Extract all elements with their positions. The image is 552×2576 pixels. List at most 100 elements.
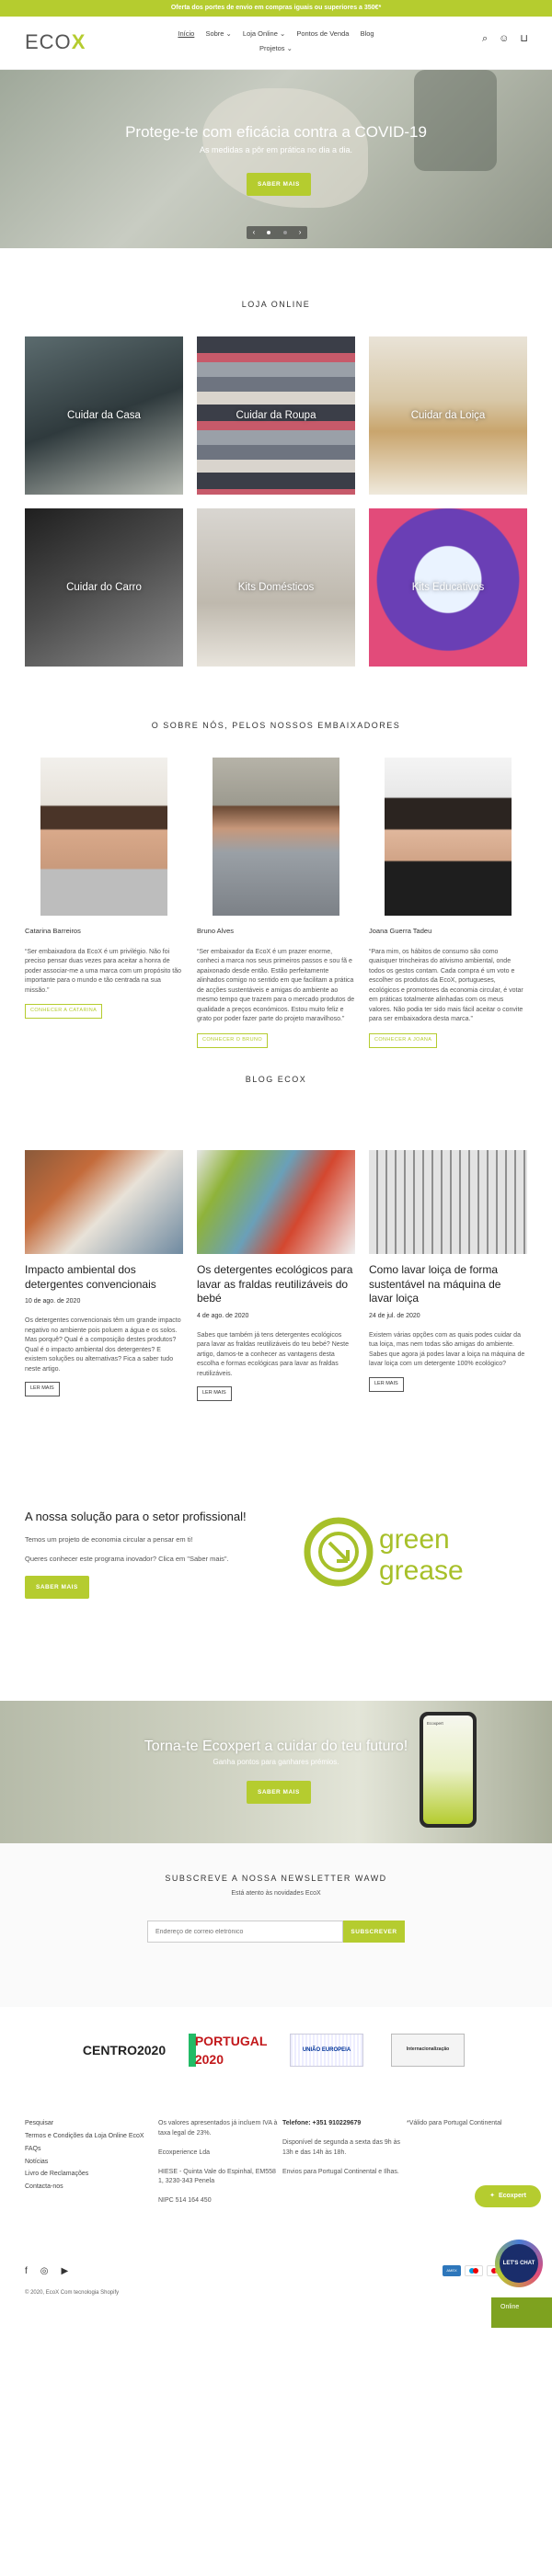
footer-link[interactable]: Contacta-nos — [25, 2183, 158, 2193]
footer-link[interactable]: Notícias — [25, 2158, 158, 2168]
newsletter-form: SUBSCREVER — [147, 1921, 405, 1943]
chat-widget[interactable]: LET'S CHAT — [495, 2240, 543, 2287]
newsletter-title: SUBSCREVE A NOSSA NEWSLETTER WAWD — [165, 1874, 387, 1883]
hero-slideshow: Protege-te com eficácia contra a COVID-1… — [0, 70, 552, 248]
star-icon: ✦ — [489, 2192, 495, 2199]
nav-item-blog[interactable]: Blog — [361, 29, 374, 40]
footer-text: Ecoxperience Lda — [158, 2149, 211, 2156]
category-tile[interactable]: Cuidar do Carro — [25, 508, 183, 667]
header-icons: ⌕ ☺ ⊔ — [482, 32, 528, 47]
partner-logo: UNIÃO EUROPEIA — [290, 2034, 363, 2067]
facebook-icon[interactable]: f — [25, 2265, 28, 2279]
read-more-button[interactable]: LER MAIS — [25, 1382, 60, 1397]
footer-text: NIPC 514 164 450 — [158, 2197, 212, 2205]
logo[interactable]: ECOX — [25, 28, 86, 57]
category-tile[interactable]: Cuidar da Casa — [25, 336, 183, 495]
blog-excerpt: Sabes que também já tens detergentes eco… — [197, 1331, 349, 1377]
category-tile[interactable]: Cuidar da Loiça — [369, 336, 527, 495]
footer-phone[interactable]: Telefone: +351 910229679 — [282, 2119, 407, 2129]
social-links: f ◎ ▶ — [25, 2265, 68, 2279]
blog-title[interactable]: Impacto ambiental dos detergentes conven… — [25, 1263, 183, 1292]
ambassador-photo — [385, 758, 512, 916]
footer-link[interactable]: Pesquisar — [25, 2119, 158, 2129]
footer-text: Disponível de segunda a sexta das 9h às … — [282, 2138, 401, 2156]
blog-image[interactable] — [369, 1150, 527, 1254]
shop-section-title: LOJA ONLINE — [241, 300, 311, 309]
user-icon[interactable]: ☺ — [499, 32, 509, 47]
slider-dot[interactable] — [282, 231, 287, 234]
phone-mockup: Ecoxpert — [420, 1712, 477, 1828]
nav-item-sobre[interactable]: Sobre ⌄ — [205, 29, 231, 40]
blog-date: 24 de jul. de 2020 — [369, 1312, 420, 1319]
ecoxpert-button[interactable]: SABER MAIS — [247, 1781, 311, 1805]
footer-link[interactable]: FAQs — [25, 2145, 158, 2155]
partner-logo: PORTUGAL 2020 — [189, 2034, 267, 2067]
blog-post: Impacto ambiental dos detergentes conven… — [25, 1150, 183, 1401]
category-tile[interactable]: Kits Educativos — [369, 508, 527, 667]
category-grid: Cuidar da Casa Cuidar da Roupa Cuidar da… — [25, 336, 527, 667]
ambassador-card: Joana Guerra Tadeu “Para mim, os hábitos… — [369, 758, 527, 1048]
category-label: Cuidar da Loiça — [410, 409, 486, 421]
ambassador-name: Joana Guerra Tadeu — [369, 927, 432, 935]
footer-link[interactable]: Livro de Reclamações — [25, 2170, 158, 2180]
main-nav: Início Sobre ⌄ Loja Online ⌄ Pontos de V… — [166, 29, 386, 59]
nav-item-pontos-de-venda[interactable]: Pontos de Venda — [296, 29, 349, 40]
ambassador-photo — [40, 758, 167, 916]
online-status-widget[interactable]: Online — [491, 2297, 552, 2328]
slider-prev-button[interactable]: ‹ — [253, 227, 256, 238]
partner-logo: CENTRO2020 — [82, 2042, 167, 2057]
svg-text:green: green — [379, 1524, 450, 1555]
blog-date: 4 de ago. de 2020 — [197, 1312, 249, 1319]
read-more-button[interactable]: LER MAIS — [197, 1386, 232, 1402]
nav-item-inicio[interactable]: Início — [178, 29, 194, 40]
category-label: Kits Educativos — [411, 581, 485, 593]
chat-label: LET'S CHAT — [500, 2244, 538, 2283]
ambassador-card: Bruno Alves “Ser embaixador da EcoX é um… — [197, 758, 355, 1048]
blog-image[interactable] — [25, 1150, 183, 1254]
hero-button[interactable]: SABER MAIS — [247, 173, 311, 197]
partner-logos: CENTRO2020 PORTUGAL 2020 UNIÃO EUROPEIA … — [0, 2013, 552, 2087]
nav-item-projetos[interactable]: Projetos ⌄ — [259, 44, 293, 54]
green-grease-logo: green grease — [304, 1517, 464, 1587]
category-tile[interactable]: Cuidar da Roupa — [197, 336, 355, 495]
blog-excerpt: Os detergentes convencionais têm um gran… — [25, 1317, 181, 1373]
blog-date: 10 de ago. de 2020 — [25, 1298, 81, 1305]
ambassador-button[interactable]: CONHECER A JOANA — [369, 1032, 438, 1048]
search-icon[interactable]: ⌕ — [482, 32, 488, 47]
hero-subtitle: As medidas a pôr em prática no dia a dia… — [199, 145, 353, 154]
category-tile[interactable]: Kits Domésticos — [197, 508, 355, 667]
blog-title[interactable]: Os detergentes ecológicos para lavar as … — [197, 1263, 355, 1306]
newsletter-section: SUBSCREVE A NOSSA NEWSLETTER WAWD Está a… — [0, 1843, 552, 2007]
site-header: ECOX Início Sobre ⌄ Loja Online ⌄ Pontos… — [0, 17, 552, 70]
ecoxpert-widget-button[interactable]: ✦ Ecoxpert — [475, 2185, 541, 2207]
cart-icon[interactable]: ⊔ — [520, 32, 528, 47]
ambassador-name: Catarina Barreiros — [25, 927, 81, 935]
amex-icon: AMEX — [443, 2265, 461, 2276]
ambassador-card: Catarina Barreiros “Ser embaixadora da E… — [25, 758, 183, 1048]
ambassador-quote: “Ser embaixador da EcoX é um prazer enor… — [197, 948, 355, 1023]
category-label: Cuidar da Casa — [67, 409, 141, 421]
blog-excerpt: Existem várias opções com as quais podes… — [369, 1331, 525, 1368]
footer-link[interactable]: Termos e Condições da Loja Online EcoX — [25, 2132, 158, 2142]
ambassadors-grid: Catarina Barreiros “Ser embaixadora da E… — [25, 758, 527, 1048]
category-label: Cuidar do Carro — [66, 581, 142, 593]
svg-text:grease: grease — [379, 1556, 464, 1586]
subscribe-button[interactable]: SUBSCREVER — [343, 1921, 405, 1943]
ambassador-button[interactable]: CONHECER A CATARINA — [25, 1004, 103, 1020]
copyright: © 2020, EcoX Com tecnologia Shopify — [25, 2290, 120, 2296]
professional-button[interactable]: SABER MAIS — [25, 1575, 89, 1600]
ambassador-photo — [213, 758, 339, 916]
youtube-icon[interactable]: ▶ — [62, 2265, 69, 2279]
read-more-button[interactable]: LER MAIS — [369, 1376, 404, 1392]
blog-title[interactable]: Como lavar loiça de forma sustentável na… — [369, 1263, 527, 1306]
ambassador-button[interactable]: CONHECER O BRUNO — [197, 1032, 269, 1048]
slider-next-button[interactable]: › — [299, 227, 302, 238]
newsletter-subtitle: Está atento às novidades EcoX — [231, 1890, 321, 1897]
nav-item-loja-online[interactable]: Loja Online ⌄ — [243, 29, 285, 40]
maestro-icon — [465, 2265, 483, 2276]
slider-dot[interactable] — [267, 231, 271, 234]
email-field[interactable] — [147, 1921, 343, 1943]
footer-company-info: Os valores apresentados já incluem IVA à… — [158, 2119, 282, 2216]
blog-image[interactable] — [197, 1150, 355, 1254]
instagram-icon[interactable]: ◎ — [40, 2265, 49, 2279]
